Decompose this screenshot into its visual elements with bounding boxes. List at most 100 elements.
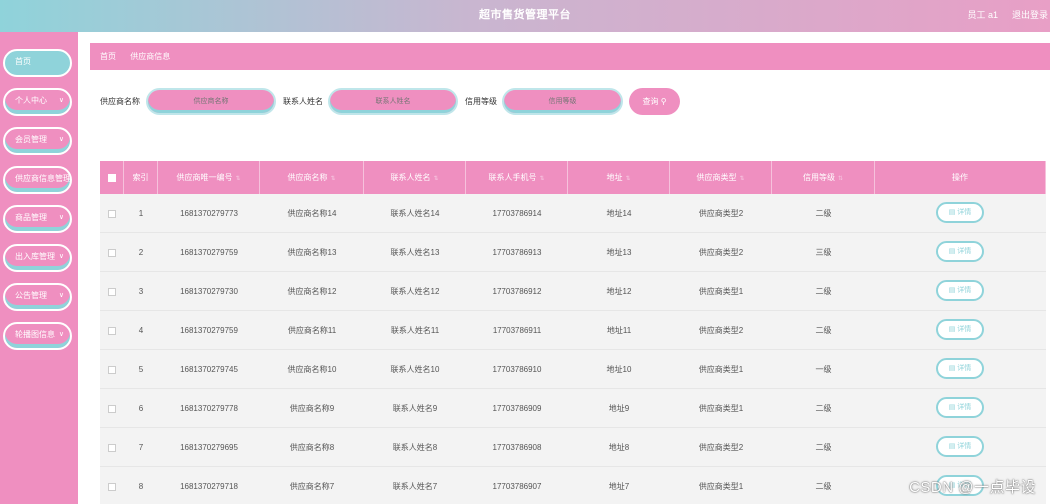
sort-icon[interactable]: ⇅	[625, 176, 630, 182]
cell-credit: 二级	[815, 209, 832, 218]
current-user[interactable]: 员工 a1	[967, 0, 998, 31]
cell-phone: 17703786908	[492, 443, 542, 452]
menu-item-home[interactable]: 首页	[3, 49, 72, 77]
row-select-cell	[100, 311, 124, 350]
row-checkbox[interactable]	[108, 365, 116, 374]
cell-type: 供应商类型2	[698, 209, 744, 218]
column-header-label: 信用等级	[802, 173, 835, 182]
cell-code: 1681370279745	[180, 365, 238, 374]
table-row: 8 1681370279718 供应商名称7 联系人姓名7 17703786907 地址7…	[100, 467, 1046, 504]
cell-code: 1681370279730	[180, 287, 238, 296]
row-select-cell	[100, 428, 124, 467]
cell-code: 1681370279773	[180, 209, 238, 218]
detail-button[interactable]: ▤ 详情	[936, 319, 984, 340]
sort-icon[interactable]: ⇅	[235, 176, 240, 182]
document-icon: ▤	[948, 404, 958, 411]
document-icon: ▤	[948, 365, 958, 372]
row-select-cell	[100, 272, 124, 311]
sort-icon[interactable]: ⇅	[330, 176, 335, 182]
column-actions: 操作	[875, 161, 1046, 194]
cell-type: 供应商类型2	[698, 248, 744, 257]
cell-address: 地址13	[606, 248, 632, 257]
menu-item-members[interactable]: 会员管理 ∨	[3, 127, 72, 155]
column-type[interactable]: 供应商类型 ⇅	[670, 161, 772, 194]
column-header-label: 联系人手机号	[488, 173, 537, 182]
menu-item-products[interactable]: 商品管理 ∨	[3, 205, 72, 233]
cell-credit: 一级	[815, 365, 832, 374]
cell-address: 地址14	[606, 209, 632, 218]
contact-name-input[interactable]	[328, 88, 458, 115]
table-row: 7 1681370279695 供应商名称8 联系人姓名8 17703786908 地址8…	[100, 428, 1046, 467]
cell-contact: 联系人姓名14	[390, 209, 440, 218]
column-header-label: 地址	[606, 173, 623, 182]
chevron-down-icon: ∨	[58, 253, 64, 260]
row-checkbox[interactable]	[108, 248, 116, 257]
detail-button[interactable]: ▤ 详情	[936, 280, 984, 301]
cell-index: 4	[138, 326, 144, 335]
column-credit[interactable]: 信用等级 ⇅	[772, 161, 875, 194]
cell-contact: 联系人姓名9	[392, 404, 438, 413]
column-name[interactable]: 供应商名称 ⇅	[260, 161, 364, 194]
sort-icon[interactable]: ⇅	[739, 176, 744, 182]
cell-phone: 17703786912	[492, 287, 542, 296]
cell-phone: 17703786910	[492, 365, 542, 374]
cell-address: 地址8	[608, 443, 630, 452]
breadcrumb-home[interactable]: 首页	[100, 52, 116, 61]
menu-item-carousel[interactable]: 轮播图信息 ∨	[3, 322, 72, 350]
cell-credit: 二级	[815, 287, 832, 296]
logout-link[interactable]: 退出登录	[1012, 0, 1050, 31]
detail-button-label: 详情	[957, 287, 972, 294]
row-checkbox[interactable]	[108, 482, 116, 491]
cell-name: 供应商名称7	[289, 482, 335, 491]
cell-name: 供应商名称14	[287, 209, 337, 218]
detail-button[interactable]: ▤ 详情	[936, 358, 984, 379]
column-code[interactable]: 供应商唯一编号 ⇅	[158, 161, 260, 194]
row-checkbox[interactable]	[108, 326, 116, 335]
contact-name-label: 联系人姓名	[283, 97, 323, 106]
cell-phone: 17703786913	[492, 248, 542, 257]
cell-index: 8	[138, 482, 144, 491]
chevron-down-icon: ∨	[58, 214, 64, 221]
detail-button-label: 详情	[957, 248, 972, 255]
cell-index: 6	[138, 404, 144, 413]
detail-button[interactable]: ▤ 详情	[936, 241, 984, 262]
column-header-label: 联系人姓名	[390, 173, 431, 182]
menu-item-notices[interactable]: 公告管理 ∨	[3, 283, 72, 311]
cell-code: 1681370279759	[180, 326, 238, 335]
menu-item-profile[interactable]: 个人中心 ∨	[3, 88, 72, 116]
cell-credit: 二级	[815, 326, 832, 335]
menu-item-suppliers[interactable]: 供应商信息管理	[3, 166, 72, 194]
detail-button[interactable]: ▤ 详情	[936, 397, 984, 418]
table-row: 4 1681370279759 供应商名称11 联系人姓名11 17703786911 地…	[100, 311, 1046, 350]
cell-phone: 17703786907	[492, 482, 542, 491]
credit-level-input[interactable]	[502, 88, 623, 115]
select-all-checkbox[interactable]	[107, 173, 116, 182]
credit-level-label: 信用等级	[465, 97, 497, 106]
column-header-label: 供应商名称	[287, 173, 328, 182]
detail-button[interactable]: ▤ 详情	[936, 436, 984, 457]
cell-contact: 联系人姓名10	[390, 365, 440, 374]
column-phone[interactable]: 联系人手机号 ⇅	[466, 161, 568, 194]
column-header-label: 供应商类型	[696, 173, 737, 182]
chevron-down-icon: ∨	[58, 97, 64, 104]
menu-item-label: 商品管理	[15, 213, 47, 222]
cell-index: 5	[138, 365, 144, 374]
row-select-cell	[100, 467, 124, 504]
breadcrumb-current: 供应商信息	[130, 52, 171, 61]
column-index[interactable]: 索引	[124, 161, 158, 194]
column-address[interactable]: 地址 ⇅	[568, 161, 670, 194]
sort-icon[interactable]: ⇅	[838, 176, 843, 182]
row-checkbox[interactable]	[108, 404, 116, 413]
menu-item-label: 供应商信息管理	[15, 174, 71, 183]
sort-icon[interactable]: ⇅	[433, 176, 438, 182]
cell-credit: 三级	[815, 248, 832, 257]
menu-item-inventory[interactable]: 出入库管理 ∨	[3, 244, 72, 272]
row-checkbox[interactable]	[108, 443, 116, 452]
detail-button[interactable]: ▤ 详情	[936, 202, 984, 223]
row-checkbox[interactable]	[108, 209, 116, 218]
column-contact[interactable]: 联系人姓名 ⇅	[364, 161, 466, 194]
sort-icon[interactable]: ⇅	[539, 176, 544, 182]
row-checkbox[interactable]	[108, 287, 116, 296]
supplier-name-input[interactable]	[146, 88, 276, 115]
search-button[interactable]: 查询 ⚲	[629, 88, 680, 115]
